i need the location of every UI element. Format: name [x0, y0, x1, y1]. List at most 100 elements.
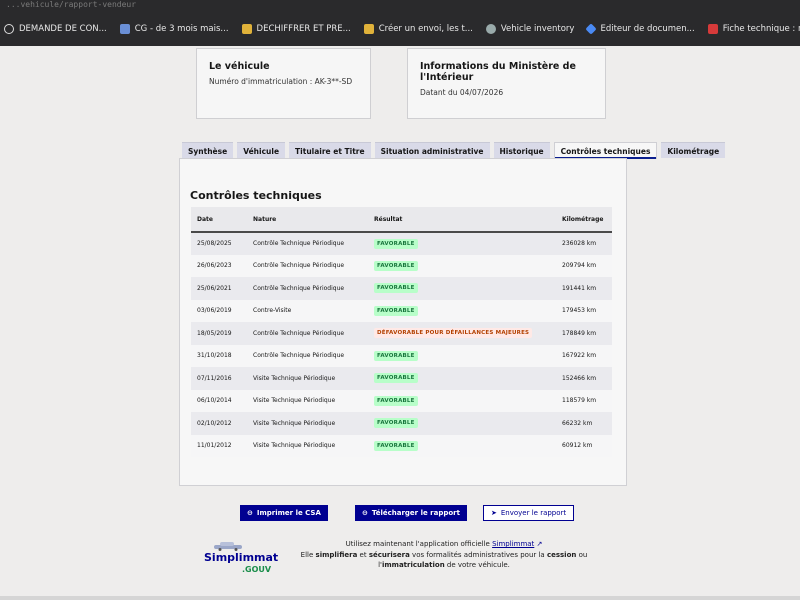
doc-icon [241, 24, 252, 34]
bookmark-label: Editeur de documen... [600, 24, 695, 34]
cell-mileage: 209794 km [556, 254, 612, 277]
bottom-edge [0, 596, 800, 600]
cell-date: 03/06/2019 [191, 299, 247, 322]
logo-wordmark: Simplimmat [204, 551, 279, 564]
result-badge-favorable: FAVORABLE [374, 440, 418, 451]
logo-gouv: .GOUV [242, 565, 272, 574]
promo-text-c: vos formalités administratives pour la [409, 550, 547, 559]
table-row: 07/11/2016 Visite Technique Périodique FAV… [191, 367, 612, 390]
cell-result: FAVORABLE [368, 344, 556, 367]
table-row: 25/06/2021 Contrôle Technique Périodique F… [191, 277, 612, 300]
simplimmat-link[interactable]: Simplimmat [492, 540, 534, 548]
url-fragment: ...vehicule/rapport-vendeur [6, 0, 137, 9]
send-report-label: Envoyer le rapport [500, 509, 567, 517]
vehicle-card-title: Le véhicule [209, 61, 270, 72]
tab-vehicule[interactable]: Véhicule [237, 142, 286, 158]
tab-kilometrage[interactable]: Kilométrage [661, 142, 726, 158]
promo-bold-secure: sécurisera [368, 550, 410, 559]
cell-date: 25/08/2025 [191, 232, 247, 255]
tab-titulaire-et-titre[interactable]: Titulaire et Titre [289, 142, 371, 158]
tab-historique[interactable]: Historique [493, 142, 550, 158]
table-row: 06/10/2014 Visite Technique Périodique FAV… [191, 389, 612, 412]
cell-date: 11/01/2012 [191, 434, 247, 457]
cell-nature: Visite Technique Périodique [247, 367, 368, 390]
cell-result: FAVORABLE [368, 412, 556, 435]
print-csa-button[interactable]: ⊖ Imprimer le CSA [240, 505, 328, 521]
result-badge-favorable: FAVORABLE [374, 305, 418, 316]
cell-nature: Visite Technique Périodique [247, 412, 368, 435]
promo-text-a: Elle [300, 550, 316, 559]
table-row: 31/10/2018 Contrôle Technique Périodique F… [191, 344, 612, 367]
promo-bold-immat: immatriculation [381, 561, 445, 569]
bookmark-item[interactable]: Fiche technique : re... [704, 24, 800, 34]
table-row: 26/06/2023 Contrôle Technique Périodique F… [191, 254, 612, 277]
external-link-icon: ↗ [536, 540, 543, 548]
car-icon [485, 24, 496, 34]
download-icon: ⊖ [362, 509, 368, 517]
table-header-row: Date Nature Résultat Kilométrage [191, 207, 612, 233]
bookmark-label: DEMANDE DE CON... [19, 24, 107, 34]
cell-mileage: 60912 km [556, 434, 612, 457]
ministry-date: Datant du 04/07/2026 [420, 88, 504, 97]
bookmark-item[interactable]: Editeur de documen... [583, 23, 703, 35]
table-body: 25/08/2025 Contrôle Technique Périodique F… [191, 232, 612, 457]
cell-nature: Contrôle Technique Périodique [247, 232, 368, 255]
report-page: Le véhicule Numéro d'immatriculation : A… [0, 46, 800, 600]
result-badge-favorable: FAVORABLE [374, 395, 418, 406]
result-badge-unfavorable: DÉFAVORABLE POUR DÉFAILLANCES MAJEURES [374, 328, 533, 339]
cell-mileage: 191441 km [556, 277, 612, 300]
bookmark-item[interactable]: DECHIFFRER ET PRE... [238, 24, 360, 34]
bookmark-item[interactable]: CG - de 3 mois mais... [116, 24, 238, 34]
cell-nature: Contrôle Technique Périodique [247, 322, 368, 345]
result-badge-favorable: FAVORABLE [374, 418, 418, 429]
ministry-card-title: Informations du Ministère de l'Intérieur [420, 61, 576, 83]
bookmark-item[interactable]: DEMANDE DE CON... [0, 24, 116, 34]
registration-number: Numéro d'immatriculation : AK-3**-SD [209, 77, 353, 86]
result-badge-favorable: FAVORABLE [374, 238, 418, 249]
result-badge-favorable: FAVORABLE [374, 260, 418, 271]
cell-nature: Visite Technique Périodique [247, 434, 368, 457]
cell-result: FAVORABLE [368, 254, 556, 277]
cell-mileage: 178849 km [556, 322, 612, 345]
cell-mileage: 118579 km [556, 389, 612, 412]
column-header-result: Résultat [368, 207, 556, 233]
bookmark-list: DEMANDE DE CON... CG - de 3 mois mais... D… [0, 18, 800, 40]
technical-controls-table: Date Nature Résultat Kilométrage 25/08/2… [191, 207, 612, 457]
bookmark-item[interactable]: Vehicle inventory [482, 24, 584, 34]
column-header-date: Date [191, 207, 247, 233]
cell-date: 25/06/2021 [191, 277, 247, 300]
table-row: 18/05/2019 Contrôle Technique Périodique D… [191, 322, 612, 345]
table-row: 25/08/2025 Contrôle Technique Périodique F… [191, 232, 612, 255]
result-badge-favorable: FAVORABLE [374, 373, 418, 384]
vehicle-card: Le véhicule Numéro d'immatriculation : A… [196, 48, 371, 119]
bookmark-item[interactable]: Créer un envoi, les t... [360, 24, 482, 34]
cell-nature: Visite Technique Périodique [247, 389, 368, 412]
globe-icon [4, 24, 14, 34]
cell-nature: Contrôle Technique Périodique [247, 254, 368, 277]
bookmark-label: Vehicle inventory [500, 24, 575, 34]
cell-result: FAVORABLE [368, 232, 556, 255]
docs-icon [585, 23, 598, 35]
tab-synthese[interactable]: Synthèse [182, 142, 234, 158]
cell-mileage: 236028 km [556, 232, 612, 255]
column-header-nature: Nature [247, 207, 368, 233]
cell-mileage: 179453 km [556, 299, 612, 322]
cell-date: 02/10/2012 [191, 412, 247, 435]
table-row: 03/06/2019 Contre-Visite FAVORABLE 179453 k… [191, 299, 612, 322]
cell-result: FAVORABLE [368, 367, 556, 390]
cell-result: FAVORABLE [368, 434, 556, 457]
report-tabs: Synthèse Véhicule Titulaire et Titre Situat… [182, 142, 726, 159]
cell-mileage: 167922 km [556, 344, 612, 367]
car-icon [214, 542, 242, 551]
send-report-button[interactable]: ➤ Envoyer le rapport [483, 505, 575, 521]
cell-nature: Contrôle Technique Périodique [247, 277, 368, 300]
cell-date: 26/06/2023 [191, 254, 247, 277]
table-row: 02/10/2012 Visite Technique Périodique FAV… [191, 412, 612, 435]
promo-text-e: de votre véhicule. [444, 561, 510, 569]
tab-controles-techniques[interactable]: Contrôles techniques [553, 142, 658, 159]
tab-situation-administrative[interactable]: Situation administrative [374, 142, 490, 158]
cell-result: DÉFAVORABLE POUR DÉFAILLANCES MAJEURES [368, 322, 556, 345]
download-report-button[interactable]: ⊖ Télécharger le rapport [355, 505, 467, 521]
mail-icon [363, 24, 374, 34]
cell-mileage: 152466 km [556, 367, 612, 390]
